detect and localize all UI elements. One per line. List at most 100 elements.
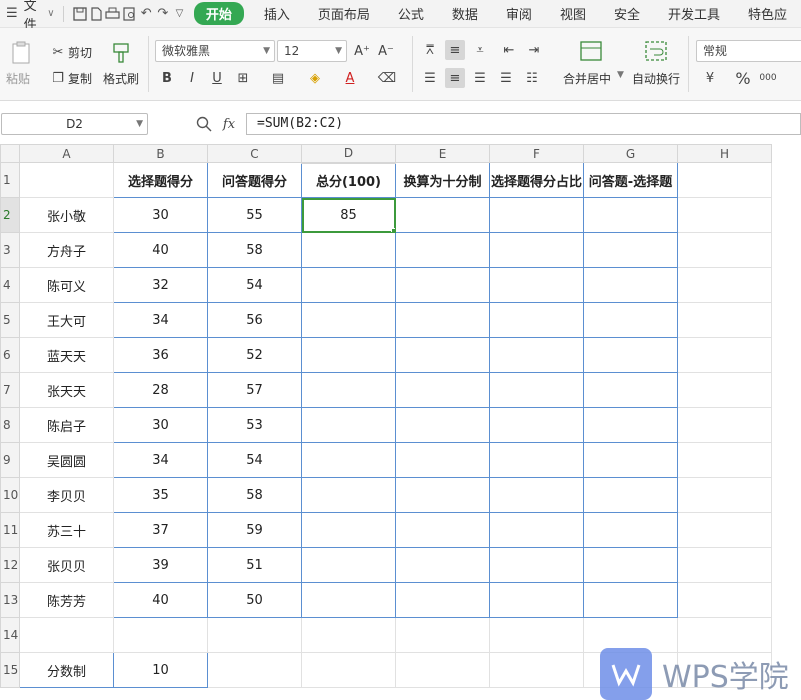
number-format-select[interactable]: 常规 bbox=[696, 40, 801, 62]
font-size-select[interactable]: 12 ▼ bbox=[277, 40, 347, 62]
cell-f8[interactable] bbox=[490, 408, 584, 443]
cell-f7[interactable] bbox=[490, 373, 584, 408]
cell-h11[interactable] bbox=[678, 513, 772, 548]
cell-h8[interactable] bbox=[678, 408, 772, 443]
cell-d5[interactable] bbox=[302, 303, 396, 338]
row-header-3[interactable]: 3 bbox=[1, 233, 20, 268]
cell-d13[interactable] bbox=[302, 583, 396, 618]
cell-b12[interactable]: 39 bbox=[114, 548, 208, 583]
cell-c11[interactable]: 59 bbox=[208, 513, 302, 548]
cell-a15[interactable]: 分数制 bbox=[20, 653, 114, 688]
cell-d7[interactable] bbox=[302, 373, 396, 408]
export-pdf-icon[interactable] bbox=[88, 3, 105, 25]
tab-security[interactable]: 安全 bbox=[600, 4, 654, 23]
cell-b7[interactable]: 28 bbox=[114, 373, 208, 408]
cell-d3[interactable] bbox=[302, 233, 396, 268]
column-header-e[interactable]: E bbox=[396, 145, 490, 163]
fx-button[interactable]: fx bbox=[219, 114, 239, 134]
cell-g3[interactable] bbox=[584, 233, 678, 268]
cell-d4[interactable] bbox=[302, 268, 396, 303]
cell-b9[interactable]: 34 bbox=[114, 443, 208, 478]
row-header-1[interactable]: 1 bbox=[1, 163, 20, 198]
print-preview-icon[interactable] bbox=[121, 3, 138, 25]
cell-g13[interactable] bbox=[584, 583, 678, 618]
row-header-14[interactable]: 14 bbox=[1, 618, 20, 653]
cell-f13[interactable] bbox=[490, 583, 584, 618]
tab-formulas[interactable]: 公式 bbox=[384, 4, 438, 23]
fill-color-icon[interactable]: ◈ bbox=[305, 68, 325, 88]
cell-a5[interactable]: 王大可 bbox=[20, 303, 114, 338]
cell-g11[interactable] bbox=[584, 513, 678, 548]
cell-a12[interactable]: 张贝贝 bbox=[20, 548, 114, 583]
cell-c14[interactable] bbox=[208, 618, 302, 653]
cell-e1[interactable]: 换算为十分制 bbox=[396, 163, 490, 198]
cell-g6[interactable] bbox=[584, 338, 678, 373]
column-header-g[interactable]: G bbox=[584, 145, 678, 163]
cell-g10[interactable] bbox=[584, 478, 678, 513]
align-middle-icon[interactable]: ≡ bbox=[445, 40, 465, 60]
column-header-c[interactable]: C bbox=[208, 145, 302, 163]
cell-e2[interactable] bbox=[396, 198, 490, 233]
fill-style-icon[interactable]: ▤ bbox=[268, 68, 288, 88]
tab-review[interactable]: 审阅 bbox=[492, 4, 546, 23]
cell-e9[interactable] bbox=[396, 443, 490, 478]
row-header-8[interactable]: 8 bbox=[1, 408, 20, 443]
paste-icon[interactable] bbox=[8, 40, 34, 66]
tab-features[interactable]: 特色应 bbox=[734, 4, 801, 23]
increase-indent-icon[interactable]: ⇥ bbox=[524, 40, 544, 60]
menu-icon[interactable]: ☰ bbox=[6, 6, 20, 21]
wrap-text-button[interactable]: 自动换行 bbox=[632, 70, 680, 87]
tab-insert[interactable]: 插入 bbox=[250, 4, 304, 23]
justify-icon[interactable]: ☰ bbox=[496, 68, 516, 88]
cell-f11[interactable] bbox=[490, 513, 584, 548]
thousands-button[interactable]: 000 bbox=[758, 68, 778, 88]
cell-h1[interactable] bbox=[678, 163, 772, 198]
cell-f4[interactable] bbox=[490, 268, 584, 303]
cell-d10[interactable] bbox=[302, 478, 396, 513]
merge-center-icon[interactable] bbox=[578, 38, 604, 64]
paste-button[interactable]: 粘贴 bbox=[6, 70, 30, 87]
cell-h6[interactable] bbox=[678, 338, 772, 373]
cell-e4[interactable] bbox=[396, 268, 490, 303]
cell-c6[interactable]: 52 bbox=[208, 338, 302, 373]
cell-g8[interactable] bbox=[584, 408, 678, 443]
italic-icon[interactable]: I bbox=[182, 68, 202, 88]
print-icon[interactable] bbox=[105, 3, 122, 25]
cell-f1[interactable]: 选择题得分占比 bbox=[490, 163, 584, 198]
percent-button[interactable]: % bbox=[733, 68, 753, 88]
tab-view[interactable]: 视图 bbox=[546, 4, 600, 23]
cell-d8[interactable] bbox=[302, 408, 396, 443]
cell-c3[interactable]: 58 bbox=[208, 233, 302, 268]
bold-icon[interactable]: B bbox=[157, 68, 177, 88]
cell-h3[interactable] bbox=[678, 233, 772, 268]
cell-d1[interactable]: 总分(100) bbox=[302, 163, 396, 198]
cell-d15[interactable] bbox=[302, 653, 396, 688]
cell-b14[interactable] bbox=[114, 618, 208, 653]
cell-b4[interactable]: 32 bbox=[114, 268, 208, 303]
cell-a7[interactable]: 张天天 bbox=[20, 373, 114, 408]
column-header-d[interactable]: D bbox=[302, 145, 396, 163]
cut-button[interactable]: 剪切 bbox=[68, 44, 92, 61]
chevron-down-icon[interactable]: ▼ bbox=[617, 70, 624, 80]
save-icon[interactable] bbox=[71, 3, 88, 25]
cell-f9[interactable] bbox=[490, 443, 584, 478]
cell-b15[interactable]: 10 bbox=[114, 653, 208, 688]
cell-a11[interactable]: 苏三十 bbox=[20, 513, 114, 548]
row-header-15[interactable]: 15 bbox=[1, 653, 20, 688]
tab-developer[interactable]: 开发工具 bbox=[654, 4, 734, 23]
cell-f10[interactable] bbox=[490, 478, 584, 513]
cell-f12[interactable] bbox=[490, 548, 584, 583]
copy-button[interactable]: 复制 bbox=[68, 70, 92, 87]
cell-b2[interactable]: 30 bbox=[114, 198, 208, 233]
cell-c2[interactable]: 55 bbox=[208, 198, 302, 233]
cell-c9[interactable]: 54 bbox=[208, 443, 302, 478]
cell-h7[interactable] bbox=[678, 373, 772, 408]
borders-icon[interactable]: ⊞ bbox=[233, 68, 253, 88]
cell-d11[interactable] bbox=[302, 513, 396, 548]
cell-e11[interactable] bbox=[396, 513, 490, 548]
decrease-font-icon[interactable]: A⁻ bbox=[376, 41, 396, 61]
cell-c1[interactable]: 问答题得分 bbox=[208, 163, 302, 198]
cell-a2[interactable]: 张小敬 bbox=[20, 198, 114, 233]
cell-f3[interactable] bbox=[490, 233, 584, 268]
cell-g2[interactable] bbox=[584, 198, 678, 233]
